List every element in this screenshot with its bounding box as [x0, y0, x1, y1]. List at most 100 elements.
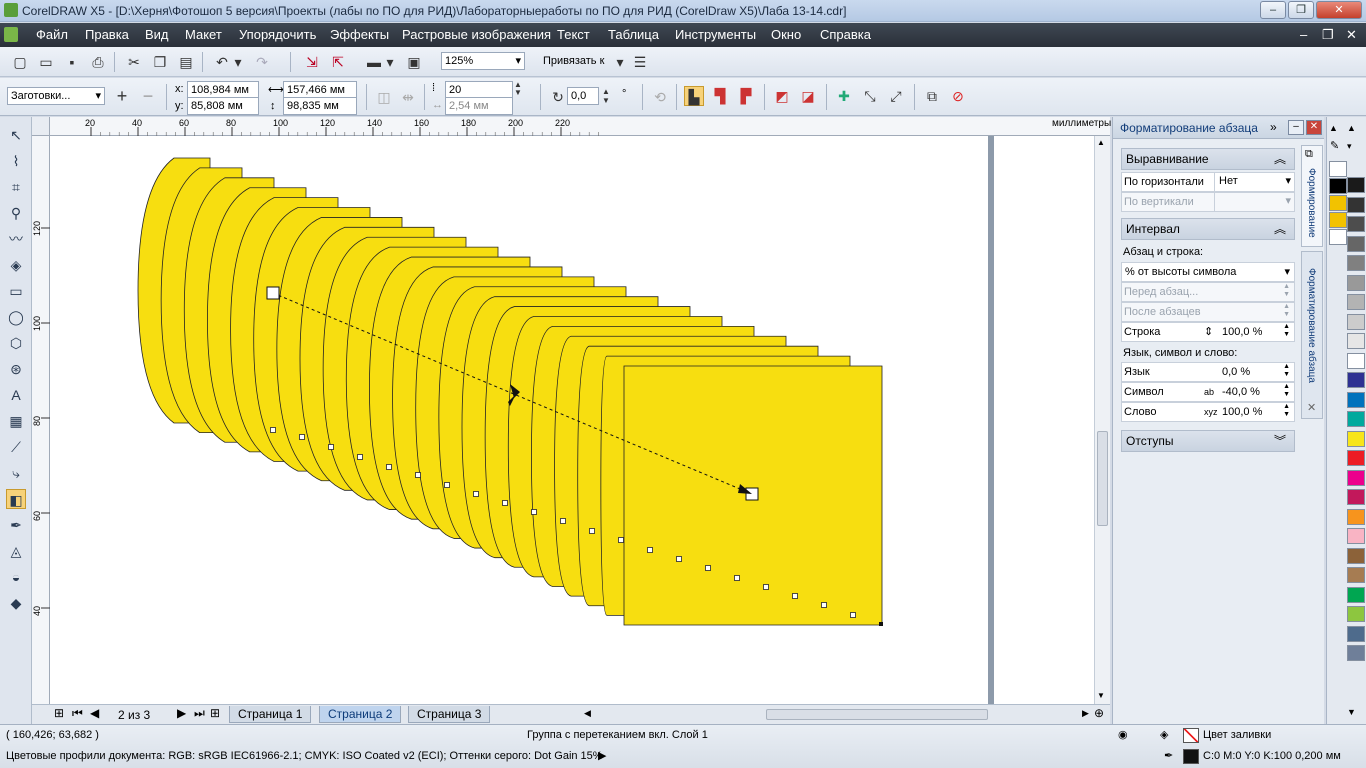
first-page-icon[interactable]: ⏮	[72, 706, 83, 721]
after-paragraph-row[interactable]: После абзацев ▲ ▼	[1121, 302, 1295, 322]
eyedropper-tool-icon[interactable]: ✒	[6, 515, 26, 535]
hscroll-right-icon[interactable]: ▶	[1082, 708, 1089, 719]
close-button[interactable]: ✕	[1316, 1, 1362, 19]
zoom-navigator-icon[interactable]: ⊕	[1094, 706, 1104, 720]
polygon-tool-icon[interactable]: ⬡	[6, 333, 26, 353]
palette-swatch[interactable]	[1347, 547, 1365, 564]
palette-swatch[interactable]	[1347, 255, 1365, 271]
palette-swatch[interactable]	[1347, 567, 1365, 583]
blend-group[interactable]	[50, 136, 1090, 704]
print-icon[interactable]: ⎙	[88, 52, 108, 72]
palette-swatch[interactable]	[1347, 216, 1365, 232]
palette-swatch[interactable]	[1347, 333, 1365, 349]
add-page-before-icon[interactable]: ⊞	[54, 706, 64, 720]
lock-ratio-icon[interactable]: ⇹	[398, 87, 418, 107]
blend-node-marker[interactable]	[270, 427, 276, 433]
hscroll-left-icon[interactable]: ◀	[584, 708, 591, 719]
undo-dropdown-icon[interactable]: ▾	[232, 52, 244, 72]
menu-layout[interactable]: Макет	[185, 27, 222, 42]
menu-bitmaps[interactable]: Растровые изображения	[402, 27, 551, 42]
palette-swatch[interactable]	[1347, 469, 1365, 486]
blend-node-marker[interactable]	[299, 434, 305, 440]
y-field[interactable]: 85,808 мм	[187, 97, 259, 115]
menu-text[interactable]: Текст	[557, 27, 590, 42]
profiles-arrow-icon[interactable]: ▶	[598, 749, 606, 762]
palette-scroll-up-icon[interactable]: ▲	[1329, 123, 1338, 133]
zoom-tool-icon[interactable]: ⚲	[6, 203, 26, 223]
character-spacing-row[interactable]: Символ ab -40,0 % ▲ ▼	[1121, 382, 1295, 402]
vertical-align-select[interactable]: ▾	[1214, 192, 1295, 212]
freehand-tool-icon[interactable]: 〰	[6, 229, 26, 249]
color-acceleration-icon[interactable]: ◪	[798, 86, 818, 106]
docker-minimize-button[interactable]: –	[1288, 120, 1304, 135]
pick-tool-icon[interactable]: ↖	[6, 125, 26, 145]
before-paragraph-row[interactable]: Перед абзац... ▲ ▼	[1121, 282, 1295, 302]
alignment-section-header[interactable]: Выравнивание ︽	[1121, 148, 1295, 170]
tab-paragraph-formatting[interactable]: Форматирование абзаца	[1301, 251, 1323, 419]
scroll-thumb[interactable]	[1097, 431, 1108, 526]
line-spacing-row[interactable]: Строка ⇕ 100,0 % ▲ ▼	[1121, 322, 1295, 342]
blend-node-marker[interactable]	[473, 491, 479, 497]
cut-icon[interactable]: ✂	[124, 52, 144, 72]
blend-node-marker[interactable]	[763, 584, 769, 590]
open-icon[interactable]: ▭	[36, 52, 56, 72]
blend-node-marker[interactable]	[676, 556, 682, 562]
blend-tool-icon[interactable]: ◧	[6, 489, 26, 509]
palette-swatch[interactable]	[1347, 352, 1365, 369]
direct-blend-icon[interactable]: ▙	[684, 86, 704, 106]
scroll-up-icon[interactable]: ▲	[1097, 138, 1105, 147]
color-proof-icon[interactable]: ◉	[1118, 728, 1128, 741]
outline-tool-icon[interactable]: ◬	[6, 541, 26, 561]
blend-node-marker[interactable]	[415, 472, 421, 478]
blend-start-handle[interactable]	[266, 286, 280, 300]
options-icon[interactable]: ☰	[630, 52, 650, 72]
blend-node-marker[interactable]	[328, 444, 334, 450]
palette-swatch[interactable]	[1347, 645, 1365, 661]
doc-icon[interactable]	[4, 27, 18, 42]
palette-swatch[interactable]	[1329, 195, 1347, 211]
start-end-properties-icon[interactable]: ⤡	[860, 86, 880, 106]
docker-tab-close-icon[interactable]: ✕	[1307, 401, 1316, 414]
palette-scroll-down-icon[interactable]: ▼	[1347, 707, 1356, 717]
table-tool-icon[interactable]: ▦	[6, 411, 26, 431]
zoom-combo[interactable]: 125% ▾	[441, 52, 525, 70]
clockwise-blend-icon[interactable]: ▜	[710, 86, 730, 106]
palette-swatch[interactable]	[1347, 177, 1365, 193]
maximize-button[interactable]: ❐	[1288, 1, 1314, 19]
palette-swatch[interactable]	[1347, 196, 1365, 213]
angle-spinner-icon[interactable]: ▲ ▼	[600, 87, 612, 105]
basic-shapes-tool-icon[interactable]: ⊛	[6, 359, 26, 379]
menu-arrange[interactable]: Упорядочить	[239, 27, 316, 42]
angle-field[interactable]: 0,0	[567, 87, 599, 105]
menu-effects[interactable]: Эффекты	[330, 27, 389, 42]
spacing-field[interactable]: 2,54 мм	[445, 97, 513, 115]
indents-section-header[interactable]: Отступы ︾	[1121, 430, 1295, 452]
ruler-origin[interactable]	[32, 117, 50, 136]
blend-node-marker[interactable]	[734, 575, 740, 581]
palette-swatch[interactable]	[1347, 450, 1365, 466]
undo-icon[interactable]: ↶	[212, 52, 232, 72]
snap-to-label[interactable]: Привязать к	[543, 55, 604, 67]
page-tab-2[interactable]: Страница 2	[319, 706, 402, 723]
next-page-icon[interactable]: ▶	[177, 706, 186, 720]
menu-edit[interactable]: Правка	[85, 27, 129, 42]
copy-blend-icon[interactable]: ⧉	[922, 86, 942, 106]
drawing-canvas[interactable]	[50, 136, 1110, 704]
steps-spinner-icon[interactable]: ▲ ▼	[513, 81, 523, 97]
scroll-down-icon[interactable]: ▼	[1097, 691, 1105, 700]
redo-icon[interactable]: ↷	[252, 52, 272, 72]
remove-preset-icon[interactable]: −	[138, 86, 158, 106]
palette-swatch[interactable]	[1347, 313, 1365, 330]
blend-node-marker[interactable]	[386, 464, 392, 470]
menu-view[interactable]: Вид	[145, 27, 169, 42]
minimize-button[interactable]: –	[1260, 1, 1286, 19]
palette-swatch[interactable]	[1347, 528, 1365, 544]
connector-tool-icon[interactable]: ⤷	[6, 463, 26, 483]
vertical-scrollbar[interactable]: ▲ ▼	[1094, 136, 1110, 704]
rectangle-tool-icon[interactable]: ▭	[6, 281, 26, 301]
palette-swatch[interactable]	[1347, 235, 1365, 252]
palette-swatch[interactable]	[1347, 586, 1365, 603]
interactive-fill-tool-icon[interactable]: ◆	[6, 593, 26, 613]
shape-tool-icon[interactable]: ⌇	[6, 151, 26, 171]
import-icon[interactable]: ⇲	[302, 52, 322, 72]
